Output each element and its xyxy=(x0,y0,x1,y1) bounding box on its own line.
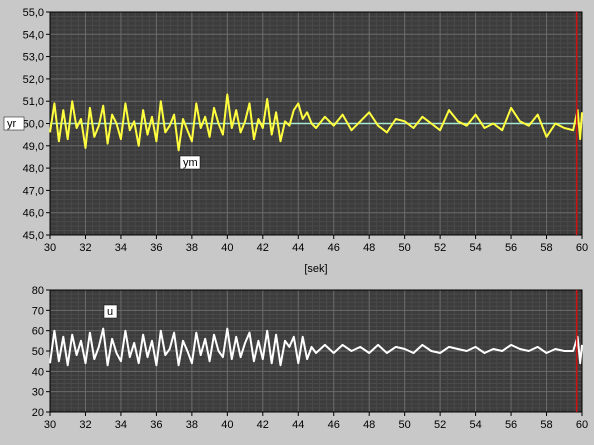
series-tag-label: yr xyxy=(7,118,17,130)
y-tick-label: 20 xyxy=(32,407,44,419)
x-tick-label: 34 xyxy=(115,419,127,431)
top-chart: 30 32 34 36 38 40 42 44 46 48 50 52 54 56 58 60 45,0 46,0… xyxy=(3,7,588,275)
chart-panel: 30 32 34 36 38 40 42 44 46 48 50 52 54 56 58 60 45,0 46,0… xyxy=(0,0,594,440)
y-tick-label: 30 xyxy=(32,387,44,399)
y-tick-label: 49,0 xyxy=(23,141,44,153)
x-tick-label: 46 xyxy=(328,419,340,431)
y-tick-label: 40 xyxy=(32,366,44,378)
x-tick-label: 60 xyxy=(576,419,588,431)
series-tag-ym[interactable]: ym xyxy=(179,155,201,170)
y-tick-label: 45,0 xyxy=(23,230,44,242)
x-tick-label: 36 xyxy=(150,419,162,431)
series-tag-label: ym xyxy=(183,157,198,169)
x-tick-label: 44 xyxy=(292,419,304,431)
x-tick-label: 50 xyxy=(399,419,411,431)
x-tick-label: 32 xyxy=(79,419,91,431)
x-axis-label: [sek] xyxy=(304,263,327,275)
series-tag-label: u xyxy=(107,306,113,318)
x-tick-label: 58 xyxy=(540,419,552,431)
x-tick-label: 42 xyxy=(257,242,269,254)
y-tick-label: 50 xyxy=(32,346,44,358)
y-tick-label: 50,0 xyxy=(23,119,44,131)
x-tick-label: 34 xyxy=(115,242,127,254)
x-tick-label: 58 xyxy=(540,242,552,254)
x-tick-label: 40 xyxy=(221,419,233,431)
y-tick-label: 51,0 xyxy=(23,96,44,108)
x-tick-label: 48 xyxy=(363,242,375,254)
y-tick-label: 70 xyxy=(32,305,44,317)
y-tick-label: 55,0 xyxy=(23,7,44,19)
y-tick-label: 52,0 xyxy=(23,74,44,86)
bottom-chart: 30 32 34 36 38 40 42 44 46 48 50 52 54 56 58 6020304050… xyxy=(32,285,588,431)
series-tag-yr[interactable]: yr xyxy=(3,116,25,131)
y-tick-label: 54,0 xyxy=(23,29,44,41)
series-tag-u[interactable]: u xyxy=(103,304,118,319)
x-tick-label: 50 xyxy=(399,242,411,254)
x-tick-label: 44 xyxy=(292,242,304,254)
x-tick-label: 42 xyxy=(257,419,269,431)
x-tick-label: 56 xyxy=(505,242,517,254)
x-tick-label: 54 xyxy=(469,419,481,431)
x-tick-label: 56 xyxy=(505,419,517,431)
x-tick-label: 60 xyxy=(576,242,588,254)
x-tick-label: 52 xyxy=(434,419,446,431)
x-tick-label: 54 xyxy=(469,242,481,254)
x-tick-label: 48 xyxy=(363,419,375,431)
x-tick-label: 38 xyxy=(186,242,198,254)
x-tick-label: 46 xyxy=(328,242,340,254)
charts-svg: 30 32 34 36 38 40 42 44 46 48 50 52 54 56 58 60 45,0 46,0… xyxy=(3,7,588,431)
y-tick-label: 53,0 xyxy=(23,52,44,64)
y-tick-label: 47,0 xyxy=(23,185,44,197)
x-tick-label: 30 xyxy=(44,419,56,431)
x-tick-label: 52 xyxy=(434,242,446,254)
y-tick-label: 60 xyxy=(32,326,44,338)
y-tick-label: 48,0 xyxy=(23,163,44,175)
y-tick-label: 46,0 xyxy=(23,208,44,220)
y-tick-label: 80 xyxy=(32,285,44,297)
x-tick-label: 40 xyxy=(221,242,233,254)
x-tick-label: 30 xyxy=(44,242,56,254)
x-tick-label: 32 xyxy=(79,242,91,254)
x-tick-label: 38 xyxy=(186,419,198,431)
x-tick-label: 36 xyxy=(150,242,162,254)
